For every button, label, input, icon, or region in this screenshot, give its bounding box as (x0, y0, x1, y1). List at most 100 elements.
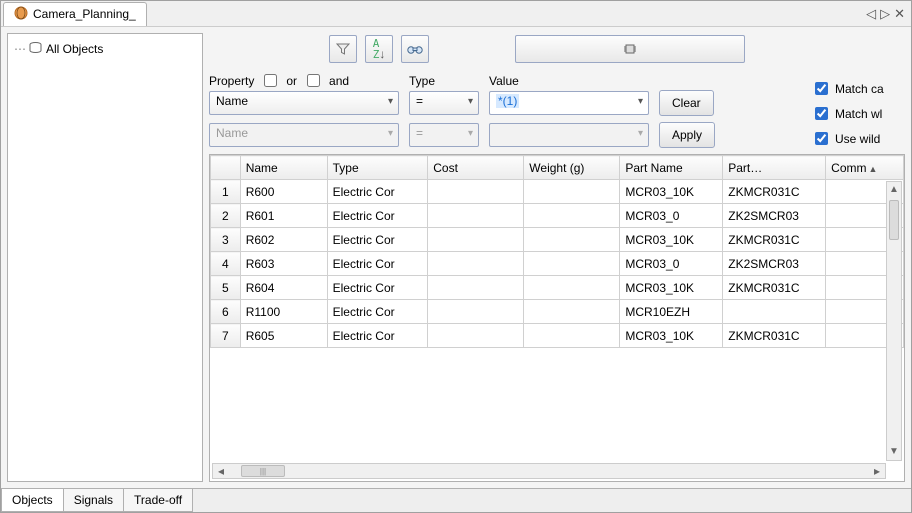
cell-partname[interactable]: MCR03_10K (620, 180, 723, 204)
cell-cost[interactable] (428, 180, 524, 204)
type-combo[interactable]: = (409, 91, 479, 115)
horizontal-scrollbar[interactable]: ◂ ||| ▸ (212, 463, 886, 479)
close-icon[interactable]: ✕ (894, 6, 905, 22)
cell-cost[interactable] (428, 252, 524, 276)
cell-type[interactable]: Electric Cor (327, 228, 428, 252)
cell-weight[interactable] (524, 252, 620, 276)
cell-partnum[interactable]: ZKMCR031C (723, 228, 826, 252)
col-partnum[interactable]: Part… (723, 156, 826, 180)
vertical-scrollbar[interactable]: ▲ ▼ (886, 181, 902, 461)
cell-type[interactable]: Electric Cor (327, 276, 428, 300)
cell-partname[interactable]: MCR03_0 (620, 252, 723, 276)
sort-button[interactable]: AZ↓ (365, 35, 393, 63)
sort-indicator-icon: ▲ (869, 164, 878, 174)
filter-button[interactable] (329, 35, 357, 63)
filter-icon (336, 42, 350, 56)
use-wild-checkbox[interactable] (815, 132, 828, 145)
cell-partname[interactable]: MCR10EZH (620, 300, 723, 324)
table-row[interactable]: 4R603Electric Cor MCR03_0ZK2SMCR03 (211, 252, 904, 276)
or-checkbox[interactable] (264, 74, 277, 87)
cell-type[interactable]: Electric Cor (327, 204, 428, 228)
cell-type[interactable]: Electric Cor (327, 324, 428, 348)
col-name[interactable]: Name (240, 156, 327, 180)
cell-cost[interactable] (428, 324, 524, 348)
cell-name[interactable]: R604 (240, 276, 327, 300)
cell-name[interactable]: R605 (240, 324, 327, 348)
col-comm[interactable]: Comm▲ (826, 156, 904, 180)
cell-name[interactable]: R1100 (240, 300, 327, 324)
cell-partnum[interactable]: ZK2SMCR03 (723, 252, 826, 276)
tab-objects[interactable]: Objects (1, 489, 64, 512)
scroll-left-icon[interactable]: ◂ (213, 464, 229, 478)
table-row[interactable]: 2R601Electric CorMCR03_0ZK2SMCR03 (211, 204, 904, 228)
tab-tradeoff[interactable]: Trade-off (123, 489, 193, 512)
table-row[interactable]: 6R1100Electric CorMCR10EZH (211, 300, 904, 324)
cell-name[interactable]: R602 (240, 228, 327, 252)
binoculars-icon (407, 43, 423, 55)
tree-root[interactable]: ⋯ All Objects (12, 40, 198, 58)
cell-partnum[interactable]: ZKMCR031C (723, 180, 826, 204)
chip-button[interactable] (515, 35, 745, 63)
tab-signals[interactable]: Signals (63, 489, 124, 512)
table-row[interactable]: 5R604Electric CorMCR03_10KZKMCR031C (211, 276, 904, 300)
scroll-right-icon[interactable]: ▸ (869, 464, 885, 478)
clear-button[interactable]: Clear (659, 90, 714, 116)
cell-weight[interactable] (524, 300, 620, 324)
cell-partnum[interactable]: ZK2SMCR03 (723, 204, 826, 228)
col-comm-label: Comm (831, 161, 866, 175)
cell-cost[interactable] (428, 204, 524, 228)
cell-weight[interactable] (524, 204, 620, 228)
scroll-up-icon[interactable]: ▲ (887, 182, 901, 198)
property-combo[interactable]: Name (209, 91, 399, 115)
col-cost[interactable]: Cost (428, 156, 524, 180)
match-whole-checkbox[interactable] (815, 107, 828, 120)
table-row[interactable]: 7R605Electric CorMCR03_10KZKMCR031C (211, 324, 904, 348)
cell-type[interactable]: Electric Cor (327, 180, 428, 204)
cell-type[interactable]: Electric Cor (327, 300, 428, 324)
col-rownum[interactable] (211, 156, 241, 180)
value-combo-2[interactable] (489, 123, 649, 147)
type-combo-2[interactable]: = (409, 123, 479, 147)
cell-name[interactable]: R601 (240, 204, 327, 228)
cell-cost[interactable] (428, 276, 524, 300)
cell-weight[interactable] (524, 324, 620, 348)
cell-weight[interactable] (524, 228, 620, 252)
cell-cost[interactable] (428, 228, 524, 252)
scroll-down-icon[interactable]: ▼ (887, 444, 901, 460)
match-whole-check[interactable]: Match wl (811, 104, 905, 123)
cell-partnum[interactable]: ZKMCR031C (723, 276, 826, 300)
hscroll-thumb[interactable]: ||| (241, 465, 285, 477)
cell-partnum[interactable]: ZKMCR031C (723, 324, 826, 348)
cell-type[interactable]: Electric Cor (327, 252, 428, 276)
col-type[interactable]: Type (327, 156, 428, 180)
property-combo-2[interactable]: Name (209, 123, 399, 147)
row-number: 4 (211, 252, 241, 276)
window-title: Camera_Planning_ (33, 7, 136, 21)
cell-partname[interactable]: MCR03_10K (620, 228, 723, 252)
cell-weight[interactable] (524, 276, 620, 300)
match-case-check[interactable]: Match ca (811, 79, 905, 98)
col-partname[interactable]: Part Name (620, 156, 723, 180)
nav-next-icon[interactable]: ▷ (880, 6, 890, 22)
cell-weight[interactable] (524, 180, 620, 204)
cell-partname[interactable]: MCR03_10K (620, 276, 723, 300)
find-button[interactable] (401, 35, 429, 63)
cell-cost[interactable] (428, 300, 524, 324)
cell-name[interactable]: R600 (240, 180, 327, 204)
value-combo[interactable]: *(1) (489, 91, 649, 115)
nav-prev-icon[interactable]: ◁ (866, 6, 876, 22)
match-case-label: Match ca (835, 82, 884, 96)
cell-partname[interactable]: MCR03_0 (620, 204, 723, 228)
use-wild-check[interactable]: Use wild (811, 129, 905, 148)
match-case-checkbox[interactable] (815, 82, 828, 95)
cell-partnum[interactable] (723, 300, 826, 324)
cell-partname[interactable]: MCR03_10K (620, 324, 723, 348)
col-weight[interactable]: Weight (g) (524, 156, 620, 180)
vscroll-thumb[interactable] (889, 200, 899, 240)
apply-button[interactable]: Apply (659, 122, 715, 148)
window-tab[interactable]: Camera_Planning_ (3, 2, 147, 26)
table-row[interactable]: 3R602Electric CorMCR03_10KZKMCR031C (211, 228, 904, 252)
and-checkbox[interactable] (307, 74, 320, 87)
cell-name[interactable]: R603 (240, 252, 327, 276)
table-row[interactable]: 1R600Electric CorMCR03_10KZKMCR031C (211, 180, 904, 204)
